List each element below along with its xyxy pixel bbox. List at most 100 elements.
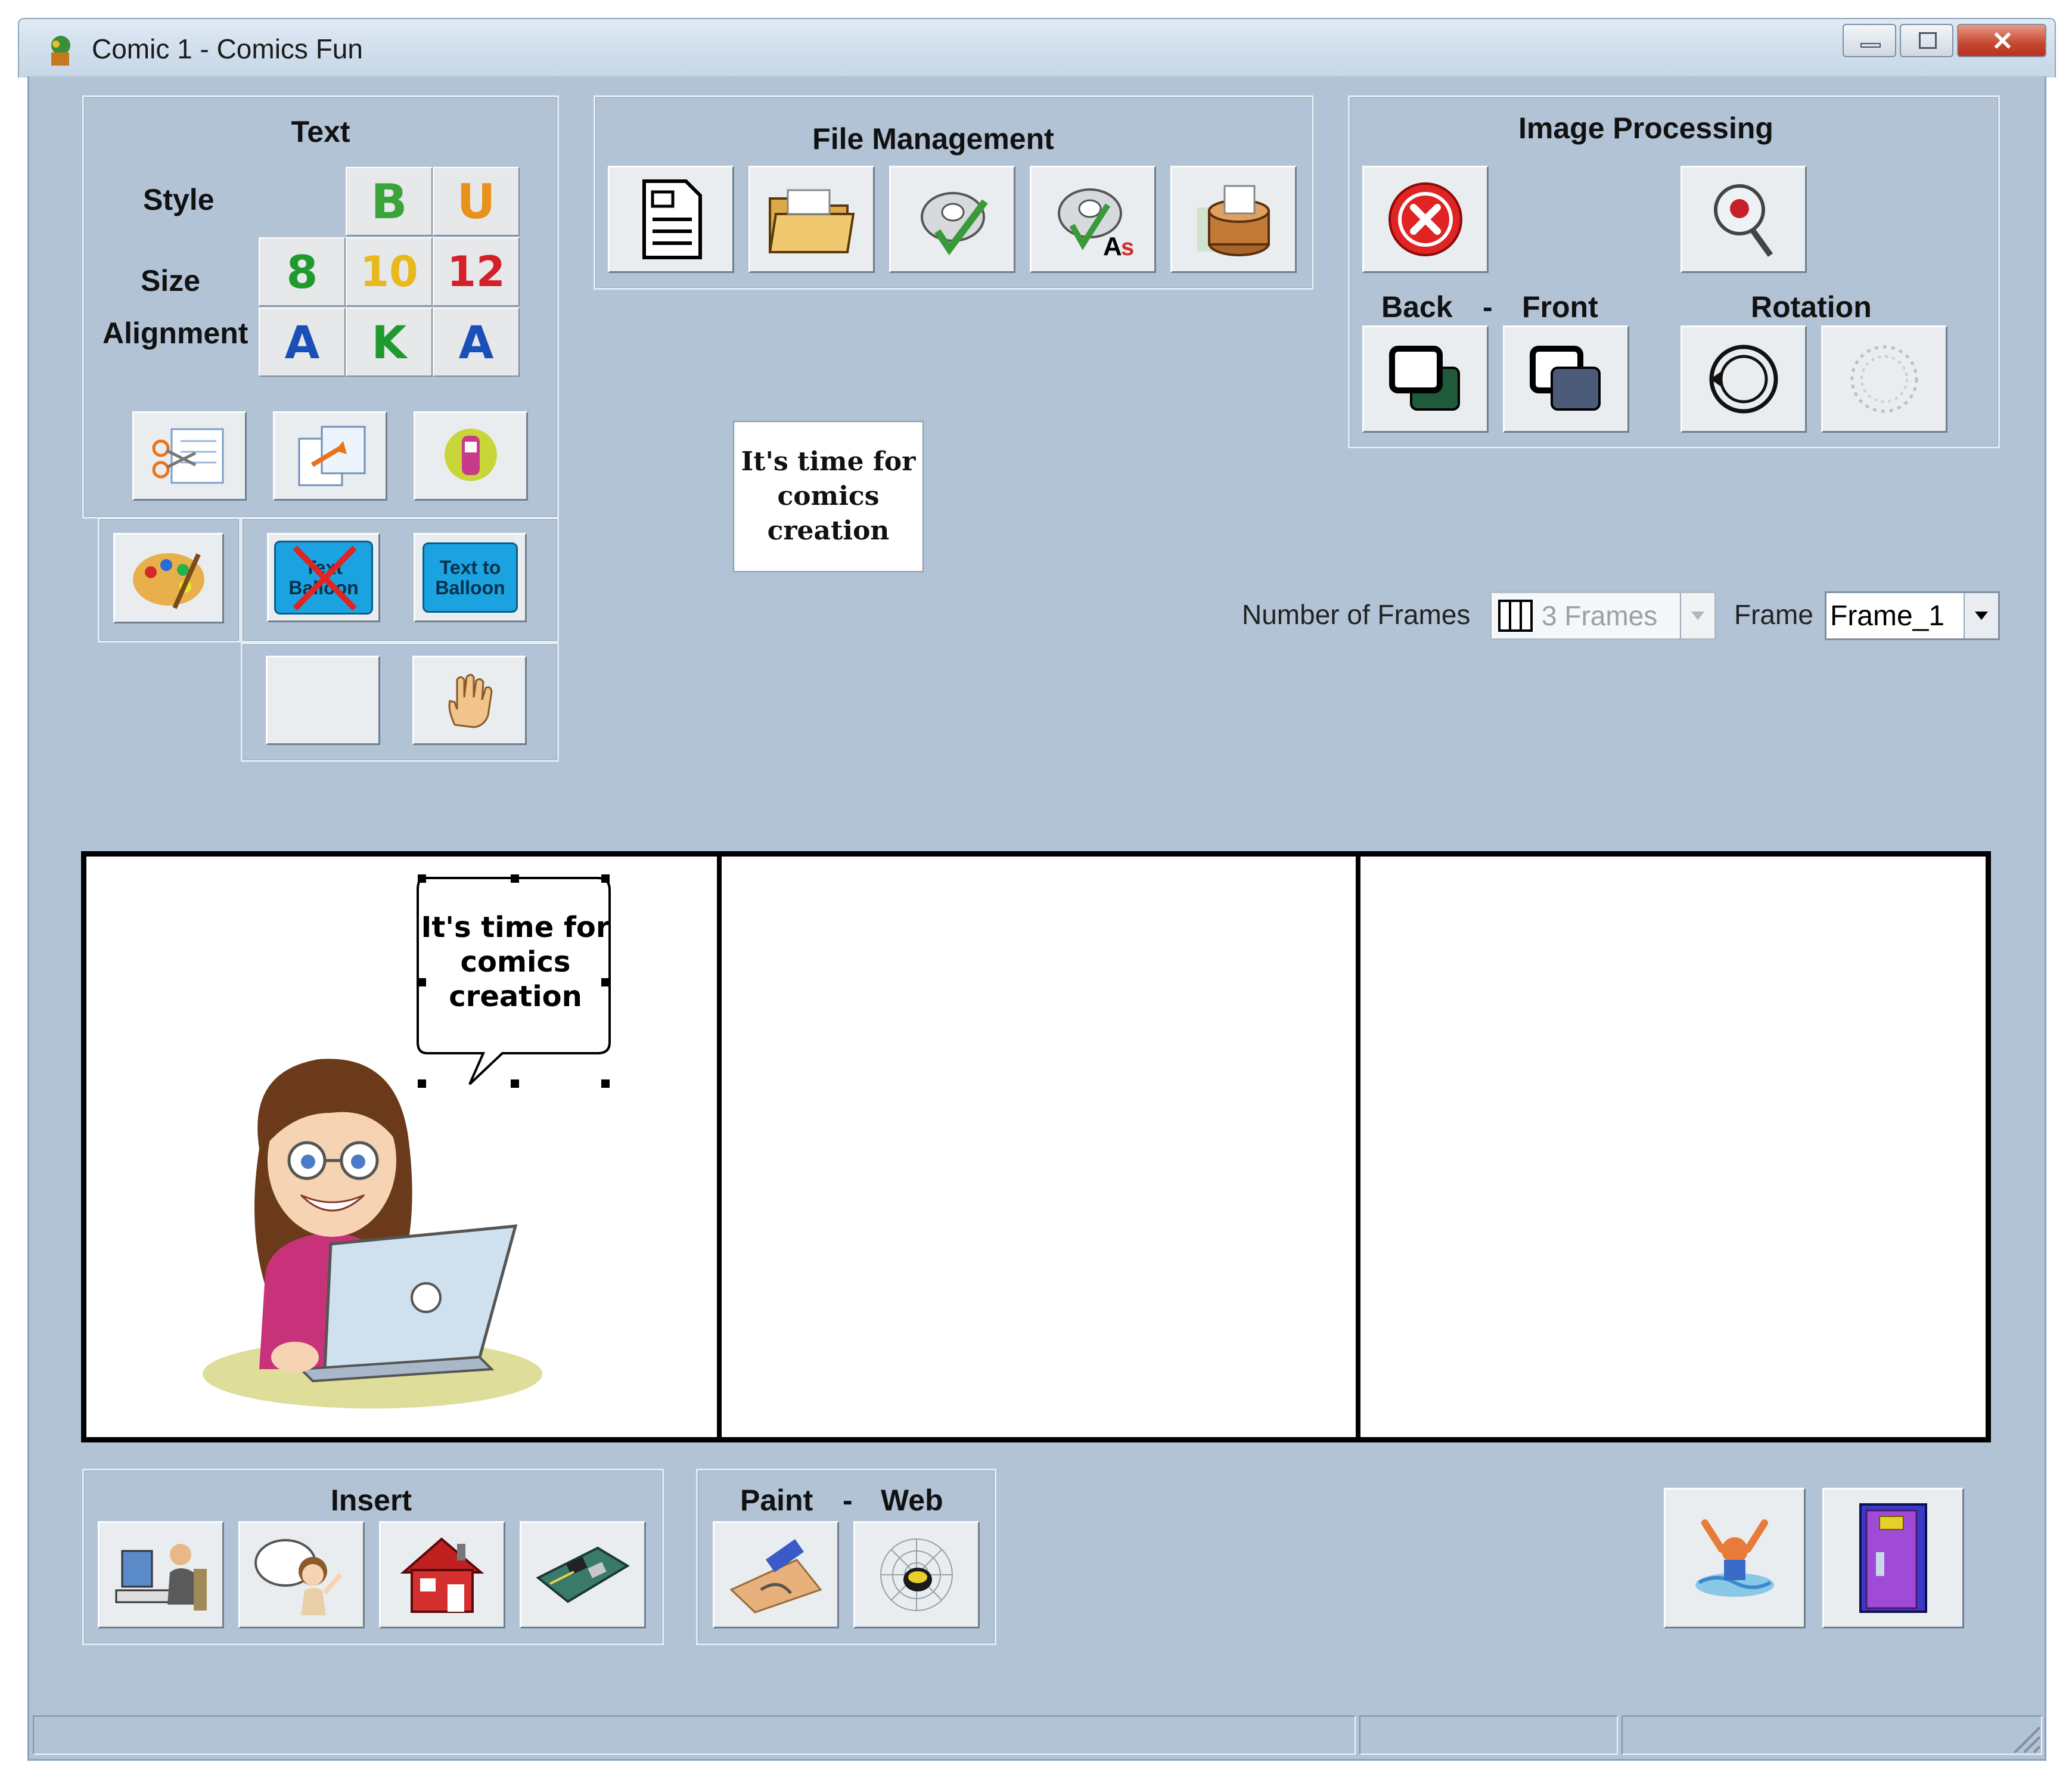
size-label: Size (141, 264, 201, 297)
rotate-button[interactable] (1680, 325, 1807, 433)
frame-select-value: Frame_1 (1830, 600, 1945, 632)
cut-icon (152, 428, 224, 484)
delete-image-button[interactable] (1362, 166, 1489, 273)
file-management-title: File Management (812, 122, 1054, 156)
insert-object-button[interactable] (520, 1521, 646, 1628)
svg-text:s: s (1121, 234, 1134, 260)
selection-handle[interactable] (418, 874, 426, 883)
window-title: Comic 1 - Comics Fun (92, 33, 363, 64)
new-document-icon (642, 179, 702, 259)
image-processing-title: Image Processing (1518, 111, 1773, 145)
resize-grip-icon[interactable] (2009, 1721, 2042, 1755)
copy-button[interactable] (273, 411, 387, 501)
maximize-button[interactable] (1900, 24, 1953, 57)
text-to-balloon-label: Text to Balloon (423, 542, 518, 613)
app-icon (43, 32, 79, 68)
comic-strip[interactable]: It's time for comics creation (81, 851, 1991, 1442)
cut-button[interactable] (132, 411, 247, 501)
speech-balloon-text[interactable]: It's time for comics creation (420, 910, 611, 1014)
selection-handle[interactable] (601, 1079, 610, 1088)
style-label: Style (143, 183, 215, 216)
status-panel-main (33, 1715, 1356, 1755)
size-10-button[interactable]: 10 (346, 237, 433, 306)
blank-button[interactable] (266, 656, 380, 745)
save-button[interactable] (889, 166, 1015, 273)
send-back-button[interactable] (1362, 325, 1489, 433)
spider-web-icon (880, 1538, 953, 1611)
copy-icon (298, 426, 366, 486)
text-to-balloon-button[interactable]: Text to Balloon (414, 533, 527, 622)
folder-icon (768, 189, 855, 253)
title-bar: Comic 1 - Comics Fun ✕ (18, 18, 2056, 77)
align-center-button[interactable]: K (346, 308, 433, 377)
new-file-button[interactable] (608, 166, 734, 273)
selection-handle[interactable] (511, 874, 519, 883)
chevron-down-icon (1964, 593, 1998, 638)
phone-icon (445, 429, 497, 481)
selection-handle[interactable] (418, 978, 426, 986)
circuit-board-icon (536, 1546, 630, 1603)
align-right-button[interactable]: A (433, 308, 520, 377)
open-file-button[interactable] (748, 166, 875, 273)
person-computer-icon (115, 1544, 207, 1611)
web-button[interactable] (853, 1521, 980, 1628)
frame-label: Frame (1734, 599, 1813, 630)
insert-balloon-button[interactable] (238, 1521, 365, 1628)
size-8-button[interactable]: 8 (259, 237, 346, 306)
exit-button[interactable] (1822, 1488, 1964, 1628)
maximize-icon (1919, 32, 1937, 49)
girl-laptop-clipart[interactable] (182, 1047, 569, 1417)
send-to-back-icon (1389, 346, 1460, 411)
print-button[interactable] (1170, 166, 1297, 273)
size-12-button[interactable]: 12 (433, 237, 520, 306)
bold-button[interactable]: B (346, 167, 433, 236)
paint-button[interactable] (713, 1521, 839, 1628)
align-left-button[interactable]: A (259, 308, 346, 377)
status-bar (27, 1709, 2046, 1761)
save-icon (921, 192, 988, 256)
back-label: Back (1381, 290, 1453, 324)
number-of-frames-select[interactable]: 3 Frames (1490, 591, 1716, 640)
number-of-frames-label: Number of Frames (1242, 599, 1471, 630)
color-button[interactable] (113, 533, 224, 623)
minimize-button[interactable] (1843, 24, 1896, 57)
selection-handle[interactable] (601, 978, 610, 986)
rotate-icon (1709, 345, 1778, 414)
speak-button[interactable] (414, 411, 528, 501)
insert-title: Insert (330, 1484, 412, 1517)
number-of-frames-value: 3 Frames (1542, 600, 1658, 631)
frame-divider (1356, 857, 1360, 1437)
hand-icon (448, 674, 493, 728)
rotate-disabled-button[interactable] (1821, 325, 1947, 433)
svg-text:A: A (1103, 232, 1122, 261)
underline-button[interactable]: U (433, 167, 520, 236)
comic-frame-3[interactable] (1360, 857, 1980, 1437)
save-as-button[interactable]: As (1030, 166, 1156, 273)
magnifier-icon (1714, 184, 1773, 257)
comic-frame-1[interactable]: It's time for comics creation (86, 857, 717, 1437)
paint-web-dash: - (843, 1484, 853, 1517)
chevron-down-icon (1680, 593, 1714, 638)
insert-background-button[interactable] (379, 1521, 505, 1628)
alignment-label: Alignment (102, 317, 248, 350)
close-button[interactable]: ✕ (1957, 24, 2046, 57)
thought-balloon-icon (254, 1539, 343, 1615)
paint-icon (729, 1539, 822, 1614)
help-button[interactable] (1664, 1488, 1806, 1628)
text-preview: It's time for comics creation (734, 422, 922, 571)
selection-handle[interactable] (601, 874, 610, 883)
house-icon (400, 1537, 484, 1613)
exit-door-icon (1859, 1503, 1927, 1613)
frame-select[interactable]: Frame_1 (1825, 591, 2000, 640)
bring-to-front-icon (1530, 346, 1601, 411)
comic-frame-2[interactable] (722, 857, 1356, 1437)
frames-icon (1498, 600, 1533, 632)
bring-front-button[interactable] (1503, 325, 1629, 433)
zoom-button[interactable] (1680, 166, 1807, 273)
web-title: Web (881, 1484, 943, 1517)
move-button[interactable] (412, 656, 527, 745)
text-group-title: Text (291, 115, 350, 148)
remove-balloon-button[interactable]: Text Balloon (267, 533, 380, 622)
insert-character-button[interactable] (98, 1521, 224, 1628)
rotate-disabled-icon (1850, 345, 1918, 413)
